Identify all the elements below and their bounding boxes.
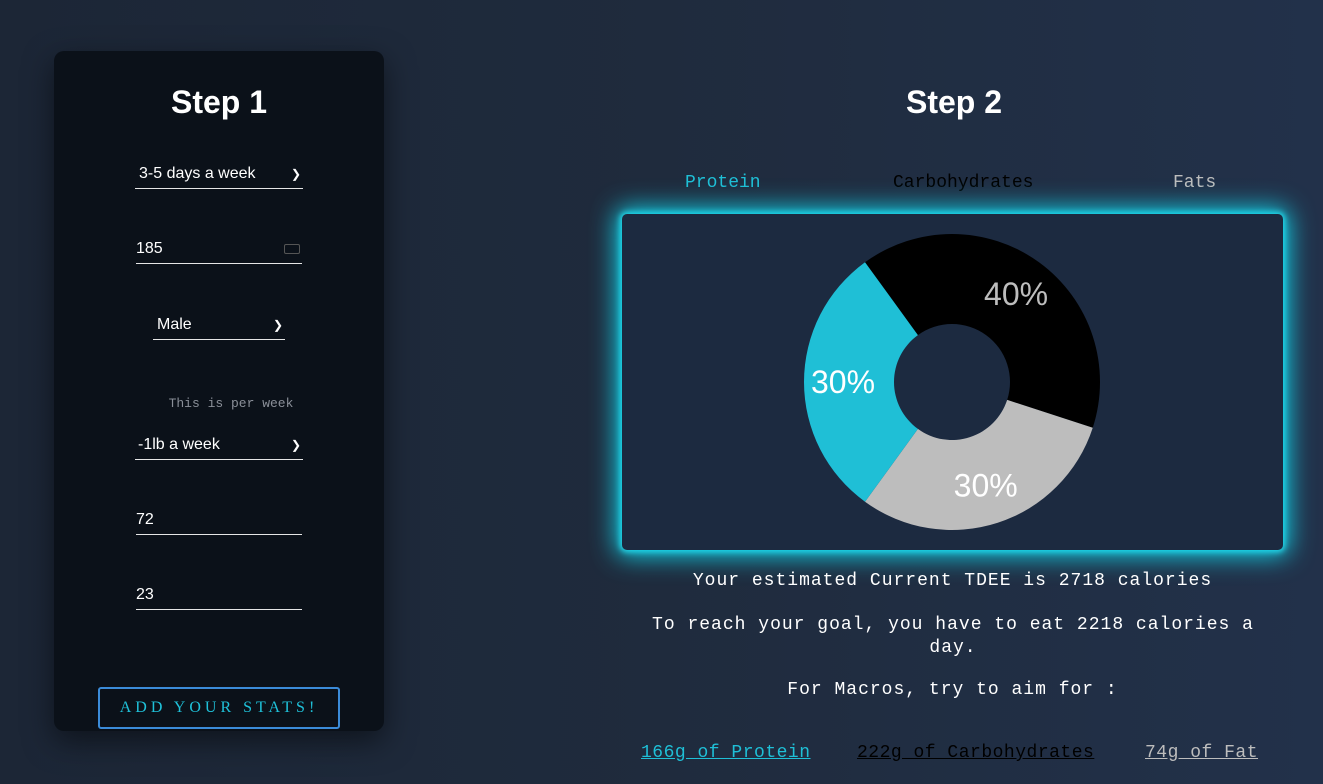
macro-intro-text: For Macros, try to aim for :: [787, 680, 1118, 700]
add-stats-button[interactable]: ADD YOUR STATS!: [98, 687, 340, 729]
tab-protein[interactable]: Protein: [685, 173, 761, 193]
goal-calories-text: To reach your goal, you have to eat 2218…: [652, 615, 1254, 658]
step2-title: Step 2: [905, 84, 1003, 120]
gender-value: Male: [157, 315, 192, 333]
height-input[interactable]: 72: [136, 505, 302, 535]
weight-value: 185: [136, 239, 163, 257]
age-value: 23: [136, 585, 154, 603]
macro-donut-chart: 40% 30% 30%: [804, 234, 1100, 530]
goal-select[interactable]: -1lb a week ❯: [135, 430, 303, 460]
spinner-icon[interactable]: [284, 243, 300, 254]
gender-select[interactable]: Male ❯: [153, 310, 285, 340]
chevron-down-icon: ❯: [290, 166, 301, 181]
carbs-macro-link[interactable]: 222g of Carbohydrates: [857, 743, 1094, 763]
tdee-text: Your estimated Current TDEE is 2718 calo…: [692, 571, 1213, 591]
slice-label-protein: 30%: [811, 364, 875, 400]
tab-fats[interactable]: Fats: [1173, 173, 1216, 193]
age-input[interactable]: 23: [136, 580, 302, 610]
activity-value: 3-5 days a week: [139, 164, 256, 182]
tab-carbohydrates[interactable]: Carbohydrates: [893, 173, 1033, 193]
weight-input[interactable]: 185: [136, 234, 302, 264]
macro-chart-panel: 40% 30% 30%: [622, 214, 1283, 550]
fat-macro-link[interactable]: 74g of Fat: [1145, 743, 1258, 763]
protein-macro-link[interactable]: 166g of Protein: [641, 743, 811, 763]
goal-value: -1lb a week: [138, 435, 220, 453]
activity-select[interactable]: 3-5 days a week ❯: [135, 159, 303, 189]
chevron-down-icon: ❯: [290, 437, 301, 452]
height-value: 72: [136, 510, 154, 528]
step1-title: Step 1: [170, 84, 268, 120]
goal-hint: This is per week: [168, 396, 294, 411]
slice-label-fats: 30%: [954, 468, 1018, 504]
slice-label-carbohydrates: 40%: [984, 276, 1048, 312]
chevron-down-icon: ❯: [272, 317, 283, 332]
step1-card: [54, 51, 384, 731]
